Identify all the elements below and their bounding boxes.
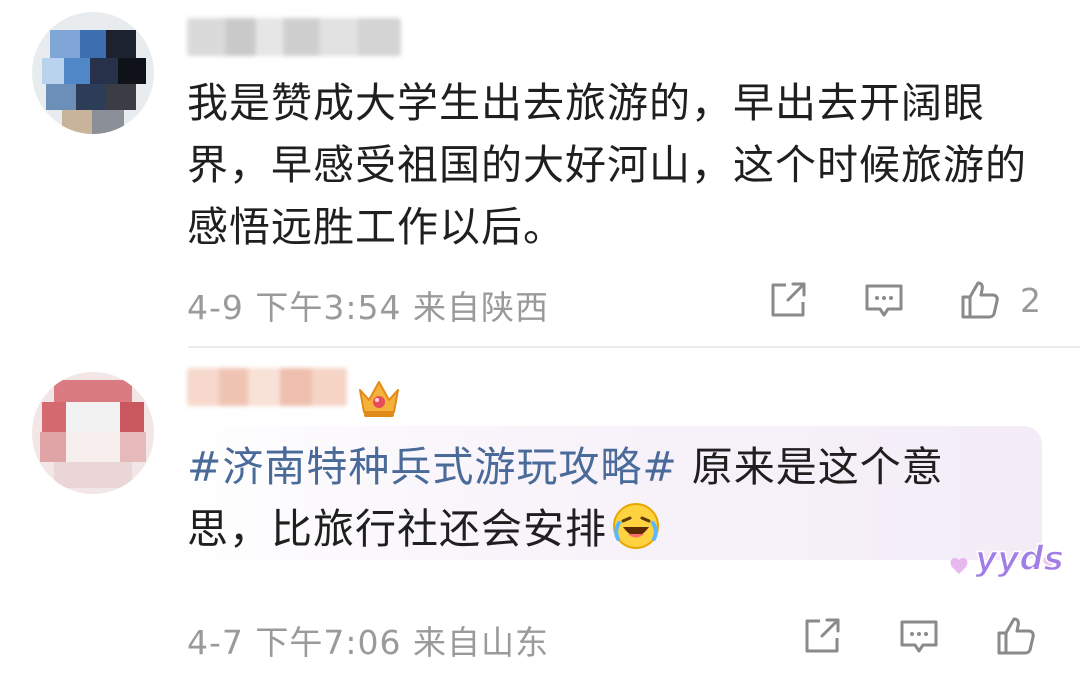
share-icon[interactable] xyxy=(766,278,810,322)
comment-date: 4-9 xyxy=(187,288,244,327)
like-count: 2 xyxy=(1020,281,1041,320)
laughing-crying-emoji xyxy=(613,503,659,549)
crown-icon xyxy=(359,381,399,417)
comment-meta: 4-9 下午3:54 来自陕西 xyxy=(187,281,549,329)
comment-text: #济南特种兵式游玩攻略# 原来是这个意思，比旅行社还会安排 xyxy=(187,436,987,560)
comment-item: #济南特种兵式游玩攻略# 原来是这个意思，比旅行社还会安排 yyds 4-7 下… xyxy=(0,348,1080,693)
thumbs-up-icon[interactable] xyxy=(994,614,1038,658)
comment-date: 4-7 xyxy=(187,623,244,662)
comment-item: 我是赞成大学生出去旅游的，早出去开阔眼界，早感受祖国的大好河山，这个时候旅游的感… xyxy=(0,0,1080,345)
yyds-sticker: yyds xyxy=(950,538,1063,580)
comment-meta: 4-7 下午7:06 来自山东 xyxy=(187,616,549,664)
comment-time: 下午3:54 xyxy=(255,288,402,327)
comment-icon[interactable] xyxy=(897,614,941,658)
comment-time: 下午7:06 xyxy=(255,623,402,662)
hashtag-link[interactable]: #济南特种兵式游玩攻略# xyxy=(187,443,678,491)
sticker-text: yyds xyxy=(975,539,1063,579)
comment-text: 我是赞成大学生出去旅游的，早出去开阔眼界，早感受祖国的大好河山，这个时候旅游的感… xyxy=(187,79,1027,251)
comment-location: 来自山东 xyxy=(413,623,550,662)
comment-location: 来自陕西 xyxy=(413,288,550,327)
username-blurred[interactable] xyxy=(187,368,347,406)
comment-icon[interactable] xyxy=(862,278,906,322)
avatar[interactable] xyxy=(32,372,154,494)
thumbs-up-icon[interactable] xyxy=(958,278,1002,322)
username-blurred[interactable] xyxy=(187,18,401,56)
share-icon[interactable] xyxy=(800,614,844,658)
avatar[interactable] xyxy=(32,12,154,134)
